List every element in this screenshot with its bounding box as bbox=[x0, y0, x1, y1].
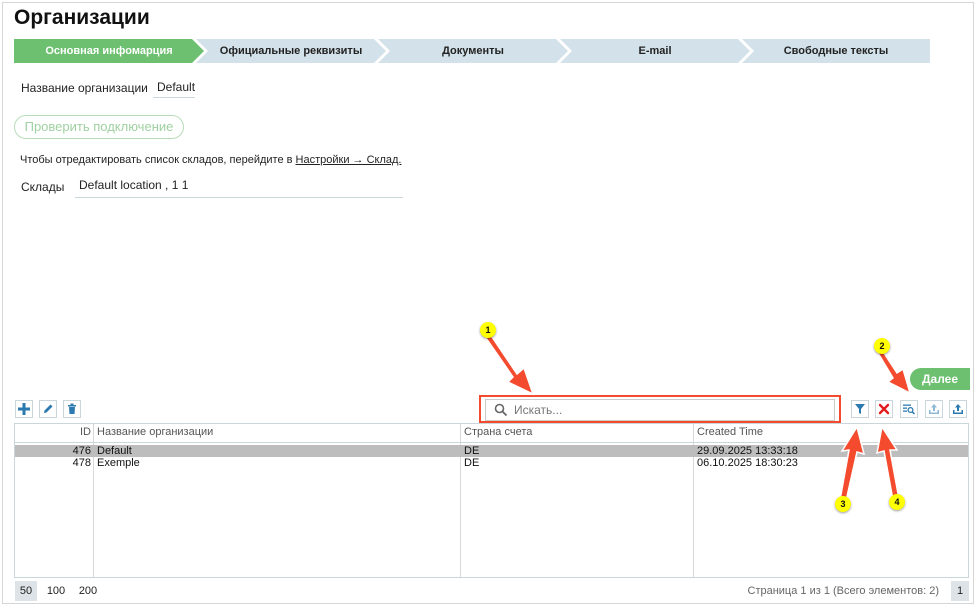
org-name-label: Название организации bbox=[21, 81, 148, 95]
cell-id: 476 bbox=[72, 445, 91, 457]
cell-country: DE bbox=[464, 445, 480, 457]
column-header-created[interactable]: Created Time bbox=[697, 426, 763, 438]
cell-name: Exemple bbox=[97, 457, 140, 469]
wizard-step-basic-info[interactable]: Основная инфомарция bbox=[14, 39, 204, 63]
upload-tray-icon bbox=[953, 404, 963, 414]
edit-button[interactable] bbox=[39, 400, 57, 418]
table-row[interactable]: 476 Default DE 29.09.2025 13:33:18 bbox=[15, 445, 968, 457]
page-size-100[interactable]: 100 bbox=[43, 581, 69, 601]
import-button[interactable] bbox=[925, 400, 943, 418]
filter-button[interactable] bbox=[851, 400, 869, 418]
search-details-button[interactable] bbox=[900, 400, 918, 418]
warehouses-field[interactable]: Default location , 1 1 bbox=[75, 178, 403, 198]
page-title: Организации bbox=[14, 6, 150, 29]
column-header-id[interactable]: ID bbox=[15, 426, 91, 438]
warehouses-label: Склады bbox=[21, 180, 65, 194]
plus-icon bbox=[18, 403, 30, 415]
warehouse-note-text: Чтобы отредактировать список складов, пе… bbox=[20, 154, 293, 166]
warehouse-settings-link[interactable]: Настройки → Склад. bbox=[296, 154, 402, 166]
trash-icon bbox=[68, 403, 76, 414]
column-header-name[interactable]: Название организации bbox=[97, 426, 213, 438]
delete-button[interactable] bbox=[63, 400, 81, 418]
cell-id: 478 bbox=[72, 457, 91, 469]
filter-icon bbox=[855, 404, 865, 414]
pencil-icon bbox=[44, 404, 53, 413]
wizard-step-free-texts[interactable]: Свободные тексты bbox=[742, 39, 930, 63]
wizard-step-official-details[interactable]: Официальные реквизиты bbox=[196, 39, 386, 63]
annotation-badge-4: 4 bbox=[889, 494, 905, 510]
annotation-badge-2: 2 bbox=[874, 338, 890, 354]
wizard-step-email[interactable]: E-mail bbox=[560, 39, 750, 63]
annotation-badge-3: 3 bbox=[835, 496, 851, 512]
annotation-badge-1: 1 bbox=[480, 322, 496, 338]
page-size-50[interactable]: 50 bbox=[15, 581, 37, 601]
clear-filter-button[interactable] bbox=[875, 400, 893, 418]
search-list-icon bbox=[903, 404, 916, 415]
pager-current-page[interactable]: 1 bbox=[951, 581, 969, 601]
next-button[interactable]: Далее bbox=[910, 368, 970, 390]
warehouse-note: Чтобы отредактировать список складов, пе… bbox=[20, 154, 402, 166]
org-name-field[interactable]: Default bbox=[153, 80, 195, 98]
organizations-table: ID Название организации Страна счета Cre… bbox=[14, 423, 969, 578]
cell-created: 06.10.2025 18:30:23 bbox=[697, 457, 798, 469]
table-header: ID Название организации Страна счета Cre… bbox=[15, 424, 968, 443]
cell-created: 29.09.2025 13:33:18 bbox=[697, 445, 798, 457]
wizard-step-documents[interactable]: Документы bbox=[378, 39, 568, 63]
add-button[interactable] bbox=[15, 400, 33, 418]
page-size-200[interactable]: 200 bbox=[75, 581, 101, 601]
cell-country: DE bbox=[464, 457, 480, 469]
cell-name: Default bbox=[97, 445, 132, 457]
red-x-icon bbox=[878, 403, 890, 415]
search-highlight-frame bbox=[479, 395, 841, 423]
table-row[interactable]: 478 Exemple DE 06.10.2025 18:30:23 bbox=[15, 457, 968, 469]
check-connection-button[interactable]: Проверить подключение bbox=[14, 115, 184, 139]
wizard-steps: Основная инфомарция Официальные реквизит… bbox=[14, 39, 930, 63]
upload-tray-icon bbox=[929, 404, 939, 414]
export-button[interactable] bbox=[949, 400, 967, 418]
column-header-country[interactable]: Страна счета bbox=[464, 426, 532, 438]
pager-info: Страница 1 из 1 (Всего элементов: 2) bbox=[747, 585, 940, 597]
